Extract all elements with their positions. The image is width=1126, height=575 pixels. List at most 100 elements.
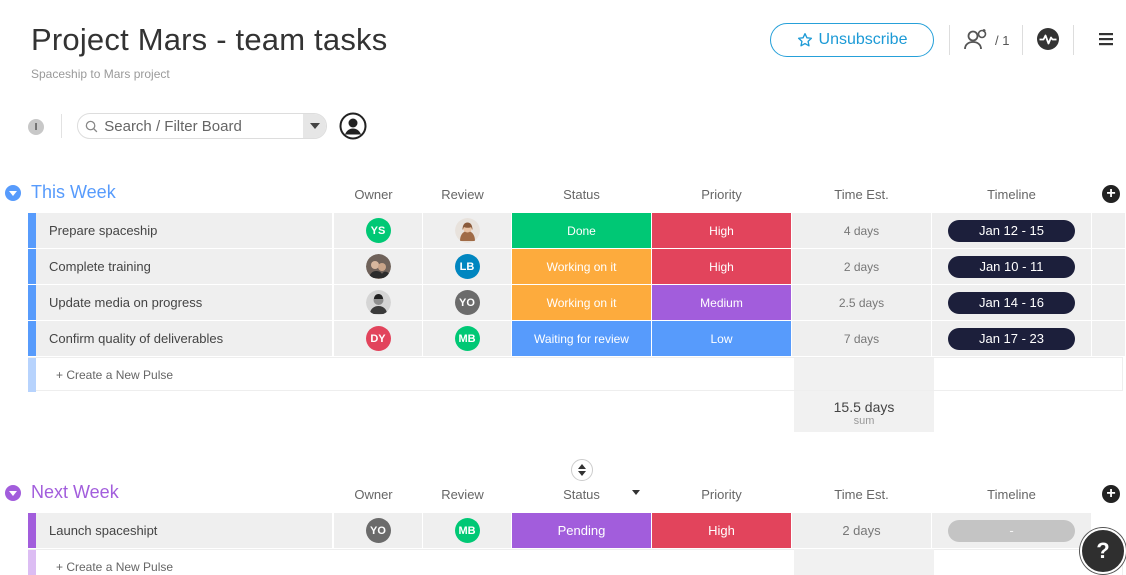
group-color-bar xyxy=(28,513,36,548)
create-new-pulse-row[interactable]: + Create a New Pulse xyxy=(28,549,1123,575)
status-cell[interactable]: Pending xyxy=(512,513,652,548)
column-header-priority[interactable]: Priority xyxy=(652,187,791,202)
status-cell[interactable]: Waiting for review xyxy=(512,321,652,356)
review-cell[interactable] xyxy=(423,213,512,248)
owner-cell[interactable]: YS xyxy=(334,213,423,248)
pulse-name-cell[interactable]: Prepare spaceship xyxy=(36,213,333,248)
empty-cell xyxy=(1092,321,1126,356)
add-column-button[interactable]: + xyxy=(1102,485,1120,503)
board-title[interactable]: Project Mars - team tasks xyxy=(31,22,387,58)
time-est-cell[interactable]: 7 days xyxy=(792,321,932,356)
column-header-owner[interactable]: Owner xyxy=(334,487,413,502)
avatar xyxy=(365,290,391,315)
pulse-name[interactable]: Update media on progress xyxy=(49,295,202,310)
create-new-pulse-row[interactable]: + Create a New Pulse xyxy=(28,357,1123,392)
owner-cell[interactable]: DY xyxy=(334,321,423,356)
review-cell[interactable]: MB xyxy=(423,513,512,548)
priority-cell[interactable]: High xyxy=(652,513,792,548)
timeline-cell[interactable]: Jan 12 - 15 xyxy=(932,213,1092,248)
search-filter-box[interactable] xyxy=(77,113,327,139)
group-color-bar xyxy=(28,213,36,248)
timeline-cell[interactable]: Jan 17 - 23 xyxy=(932,321,1092,356)
time-est-cell[interactable]: 2 days xyxy=(792,249,932,284)
person-filter-icon[interactable] xyxy=(339,112,367,140)
table-row[interactable]: Confirm quality of deliverables DY MB Wa… xyxy=(28,321,1126,356)
time-est-sum: 15.5 days sum xyxy=(794,392,934,432)
chevron-down-icon xyxy=(9,490,17,496)
pulse-name-cell[interactable]: Confirm quality of deliverables xyxy=(36,321,333,356)
help-button[interactable]: ? xyxy=(1080,528,1126,574)
column-header-status[interactable]: Status xyxy=(512,487,651,502)
group-color-bar xyxy=(28,321,36,356)
status-cell[interactable]: Working on it xyxy=(512,285,652,320)
table-row[interactable]: Complete training LB Working on it High … xyxy=(28,249,1126,284)
create-new-pulse-label[interactable]: + Create a New Pulse xyxy=(56,368,173,382)
time-est-cell[interactable]: 2 days xyxy=(792,513,932,548)
info-icon[interactable]: I xyxy=(28,119,44,135)
empty-cell xyxy=(1092,213,1126,248)
table-row[interactable]: Launch spaceshipt YO MB Pending High 2 d… xyxy=(28,513,1126,548)
owner-cell[interactable] xyxy=(334,249,423,284)
time-est-cell[interactable]: 2.5 days xyxy=(792,285,932,320)
column-header-status[interactable]: Status xyxy=(512,187,651,202)
avatar: YO xyxy=(365,518,391,543)
timeline-cell[interactable]: Jan 14 - 16 xyxy=(932,285,1092,320)
status-cell[interactable]: Done xyxy=(512,213,652,248)
header-divider xyxy=(1073,25,1074,55)
group-title-this-week[interactable]: This Week xyxy=(31,182,116,203)
owner-cell[interactable] xyxy=(334,285,423,320)
avatar: LB xyxy=(454,254,480,279)
sort-button[interactable] xyxy=(571,459,593,481)
review-cell[interactable]: LB xyxy=(423,249,512,284)
review-cell[interactable]: YO xyxy=(423,285,512,320)
chevron-down-icon[interactable] xyxy=(632,490,640,495)
column-header-time-est[interactable]: Time Est. xyxy=(792,487,931,502)
table-row[interactable]: Update media on progress YO Working on i… xyxy=(28,285,1126,320)
timeline-cell[interactable]: Jan 10 - 11 xyxy=(932,249,1092,284)
search-input[interactable] xyxy=(104,114,304,138)
status-cell[interactable]: Working on it xyxy=(512,249,652,284)
pulse-name[interactable]: Complete training xyxy=(49,259,151,274)
column-header-priority[interactable]: Priority xyxy=(652,487,791,502)
plus-icon: + xyxy=(1106,485,1116,502)
pulse-name-cell[interactable]: Launch spaceshipt xyxy=(36,513,333,548)
column-header-timeline[interactable]: Timeline xyxy=(932,187,1091,202)
board-subtitle[interactable]: Spaceship to Mars project xyxy=(31,67,170,81)
filter-dropdown-button[interactable] xyxy=(303,114,326,138)
priority-cell[interactable]: Low xyxy=(652,321,792,356)
create-new-pulse-label[interactable]: + Create a New Pulse xyxy=(56,560,173,574)
priority-cell[interactable]: High xyxy=(652,213,792,248)
pulse-name[interactable]: Confirm quality of deliverables xyxy=(49,331,223,346)
review-cell[interactable]: MB xyxy=(423,321,512,356)
column-header-timeline[interactable]: Timeline xyxy=(932,487,1091,502)
group-color-bar xyxy=(28,358,36,392)
activity-icon[interactable] xyxy=(1036,27,1060,51)
pulse-name[interactable]: Prepare spaceship xyxy=(49,223,157,238)
board-members-button[interactable]: / 1 xyxy=(963,28,1009,52)
group-color-bar xyxy=(28,285,36,320)
column-header-review[interactable]: Review xyxy=(423,187,502,202)
avatar: DY xyxy=(365,326,391,351)
hamburger-menu-icon[interactable] xyxy=(1098,31,1114,47)
column-header-review[interactable]: Review xyxy=(423,487,502,502)
group-collapse-toggle[interactable] xyxy=(5,185,21,201)
group-collapse-toggle[interactable] xyxy=(5,485,21,501)
timeline-pill: Jan 17 - 23 xyxy=(948,327,1075,350)
toolbar-divider xyxy=(61,114,62,138)
group-title-next-week[interactable]: Next Week xyxy=(31,482,119,503)
pulse-name[interactable]: Launch spaceshipt xyxy=(49,523,157,538)
pulse-name-cell[interactable]: Complete training xyxy=(36,249,333,284)
column-header-owner[interactable]: Owner xyxy=(334,187,413,202)
timeline-cell[interactable]: - xyxy=(932,513,1092,548)
priority-cell[interactable]: High xyxy=(652,249,792,284)
unsubscribe-button[interactable]: Unsubscribe xyxy=(770,23,934,57)
column-header-time-est[interactable]: Time Est. xyxy=(792,187,931,202)
time-est-cell[interactable]: 4 days xyxy=(792,213,932,248)
add-column-button[interactable]: + xyxy=(1102,185,1120,203)
priority-cell[interactable]: Medium xyxy=(652,285,792,320)
pulse-name-cell[interactable]: Update media on progress xyxy=(36,285,333,320)
owner-cell[interactable]: YO xyxy=(334,513,423,548)
table-row[interactable]: Prepare spaceship YS Done High 4 days Ja… xyxy=(28,213,1126,248)
chevron-down-icon xyxy=(309,123,320,129)
timeline-pill: Jan 12 - 15 xyxy=(948,219,1075,242)
